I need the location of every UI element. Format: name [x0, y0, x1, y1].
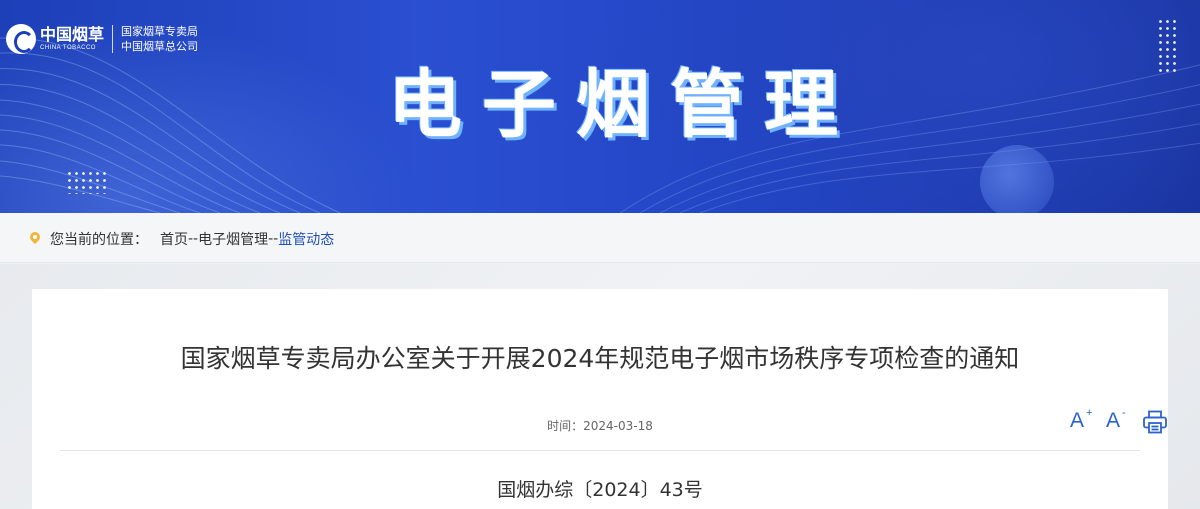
breadcrumb-regulatory-news[interactable]: 监管动态	[278, 229, 334, 249]
china-tobacco-logo-icon	[6, 24, 36, 54]
article-meta: 时间：2024-03-18	[32, 417, 1168, 434]
document-number: 国烟办综〔2024〕43号	[497, 479, 703, 501]
org-name-line1: 国家烟草专卖局	[121, 25, 199, 38]
font-decrease-letter: A	[1106, 409, 1121, 432]
breadcrumb-bar: 您当前的位置： 首页 -- 电子烟管理 -- 监管动态	[0, 213, 1200, 263]
article-card: 国家烟草专卖局办公室关于开展2024年规范电子烟市场秩序专项检查的通知 时间：2…	[32, 289, 1168, 509]
print-icon[interactable]	[1142, 410, 1168, 434]
site-logo[interactable]: 中国烟草 CHINA TOBACCO 国家烟草专卖局 中国烟草总公司	[6, 22, 198, 56]
dot-grid-decoration	[66, 170, 106, 194]
channel-title: 电子烟管理	[388, 62, 858, 148]
breadcrumb-separator: --	[188, 231, 199, 247]
location-pin-icon	[30, 232, 40, 246]
site-banner: 中国烟草 CHINA TOBACCO 国家烟草专卖局 中国烟草总公司 电子烟管理	[0, 0, 1200, 213]
org-name-line2: 中国烟草总公司	[121, 40, 199, 53]
logo-brand-text: 中国烟草	[40, 25, 105, 44]
breadcrumb: 您当前的位置： 首页 -- 电子烟管理 -- 监管动态	[30, 229, 334, 249]
font-increase-sign: +	[1086, 407, 1093, 419]
logo-english-text: CHINA TOBACCO	[40, 45, 96, 51]
orb-decoration	[980, 145, 1054, 213]
article-tools: A + A-	[1070, 407, 1168, 435]
breadcrumb-separator: --	[268, 231, 279, 247]
font-increase-letter: A	[1070, 409, 1085, 432]
font-decrease-sign: -	[1122, 407, 1126, 419]
font-increase-button[interactable]: A +	[1070, 407, 1106, 435]
dot-grid-decoration	[1157, 18, 1179, 76]
publish-date: 2024-03-18	[583, 419, 653, 433]
time-label: 时间：	[547, 419, 584, 433]
breadcrumb-ecig-management[interactable]: 电子烟管理	[198, 229, 268, 249]
font-decrease-button[interactable]: A-	[1106, 407, 1142, 435]
logo-divider	[112, 25, 114, 53]
title-divider	[60, 450, 1140, 451]
breadcrumb-label: 您当前的位置：	[50, 232, 148, 248]
breadcrumb-home[interactable]: 首页	[160, 229, 188, 249]
article-title: 国家烟草专卖局办公室关于开展2024年规范电子烟市场秩序专项检查的通知	[180, 344, 1020, 373]
